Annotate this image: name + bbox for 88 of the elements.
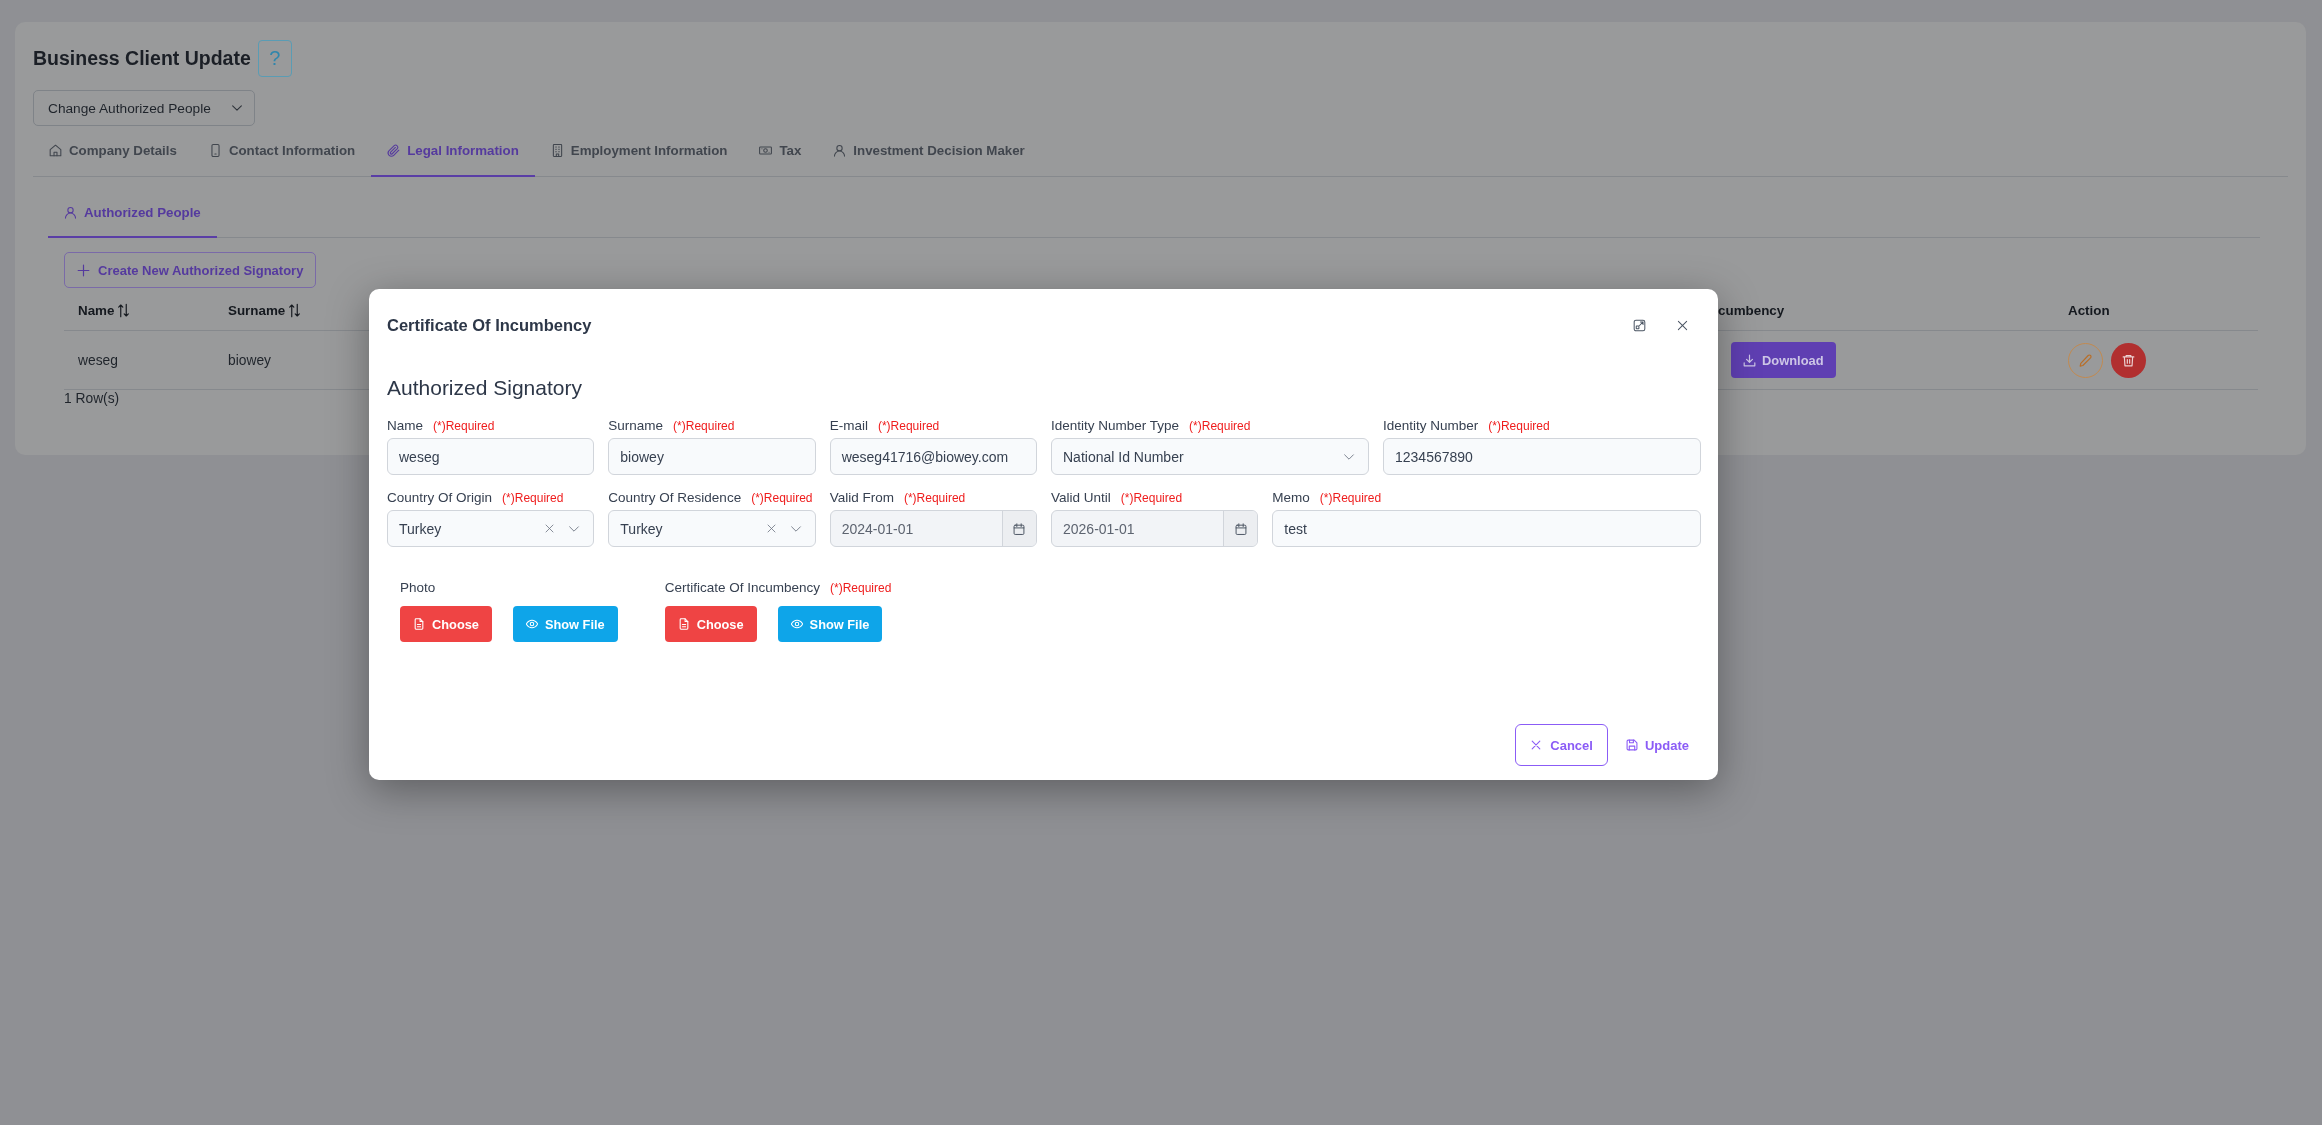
text-field[interactable]: test xyxy=(1272,510,1701,547)
field-label: Memo xyxy=(1272,490,1310,506)
required-note: (*)Required xyxy=(502,490,564,506)
field-label: Valid Until xyxy=(1051,490,1111,506)
expand-icon[interactable] xyxy=(1633,318,1646,332)
file-icon xyxy=(413,618,425,630)
select-field[interactable]: Turkey xyxy=(387,510,595,547)
user-icon xyxy=(833,143,847,157)
date-field[interactable]: 2024-01-01 xyxy=(829,510,1037,547)
trash-icon xyxy=(2122,353,2135,367)
field-label: Identity Number Type xyxy=(1051,418,1180,434)
column-header[interactable]: Surname xyxy=(228,303,301,318)
tab[interactable]: Tax xyxy=(743,137,818,177)
save-icon xyxy=(1625,739,1638,751)
required-note: (*)Required xyxy=(751,490,813,506)
tab[interactable]: Legal Information xyxy=(371,137,535,177)
field-label: Certificate Of Incumbency xyxy=(664,580,820,596)
show-file-button[interactable]: Show File xyxy=(777,606,883,642)
tab[interactable]: Employment Information xyxy=(534,137,744,177)
tab[interactable]: Contact Information xyxy=(192,137,372,177)
plus-icon xyxy=(77,263,90,277)
file-icon xyxy=(677,618,690,630)
select-field[interactable]: National Id Number xyxy=(1051,438,1369,475)
pencil-icon xyxy=(2079,353,2092,367)
required-note: (*)Required xyxy=(830,580,892,596)
choose-button[interactable]: Choose xyxy=(664,606,757,642)
field-label: Country Of Residence xyxy=(608,490,742,506)
column-header: cumbency xyxy=(1718,303,1785,318)
required-note: (*)Required xyxy=(1319,490,1382,506)
tab[interactable]: Investment Decision Maker xyxy=(817,137,1041,177)
page-title: Business Client Update xyxy=(33,47,251,70)
choose-button[interactable]: Choose xyxy=(400,606,492,642)
phone-icon xyxy=(208,143,222,157)
text-field[interactable]: weseg xyxy=(387,438,595,475)
table-cell: biowey xyxy=(228,352,271,368)
chevron-down-icon xyxy=(231,102,243,114)
row-count: 1 Row(s) xyxy=(64,390,120,408)
clear-icon[interactable] xyxy=(544,523,556,534)
field-label: Name xyxy=(387,418,423,434)
calendar-button[interactable] xyxy=(1002,511,1036,546)
create-button[interactable]: Create New Authorized Signatory xyxy=(64,252,317,288)
paperclip-icon xyxy=(387,143,401,157)
required-note: (*)Required xyxy=(673,418,735,434)
field-label: Country Of Origin xyxy=(387,490,493,506)
column-header[interactable]: Name xyxy=(78,303,130,318)
tab[interactable]: Authorized People xyxy=(48,195,217,238)
sort-icon xyxy=(289,303,301,318)
text-field[interactable]: biowey xyxy=(608,438,816,475)
required-note: (*)Required xyxy=(877,418,940,434)
cancel-button[interactable]: Cancel xyxy=(1515,724,1608,766)
update-button[interactable]: Update xyxy=(1613,724,1701,766)
eye-icon xyxy=(790,618,803,630)
download-icon xyxy=(1743,353,1756,367)
close-icon xyxy=(1530,739,1543,751)
tab[interactable]: Company Details xyxy=(33,137,193,177)
field-label: Photo xyxy=(400,580,436,596)
table-cell: weseg xyxy=(78,352,118,368)
select-field[interactable]: Turkey xyxy=(608,510,816,547)
text-field[interactable]: weseg41716@biowey.com xyxy=(829,438,1037,475)
building-icon xyxy=(550,143,564,157)
clear-icon[interactable] xyxy=(765,523,777,534)
field-label: E-mail xyxy=(829,418,868,434)
field-label: Surname xyxy=(608,418,664,434)
calendar-button[interactable] xyxy=(1223,511,1258,546)
close-icon[interactable] xyxy=(1676,318,1689,332)
section-title: Authorized Signatory xyxy=(387,375,582,401)
column-header: Action xyxy=(2068,303,2110,318)
date-field[interactable]: 2026-01-01 xyxy=(1051,510,1259,547)
field-label: Valid From xyxy=(829,490,894,506)
required-note: (*)Required xyxy=(433,418,495,434)
required-note: (*)Required xyxy=(1120,490,1183,506)
eye-icon xyxy=(525,618,538,630)
delete-button[interactable] xyxy=(2111,342,2146,378)
user-icon xyxy=(64,206,77,219)
required-note: (*)Required xyxy=(1488,418,1550,434)
banknote-icon xyxy=(759,143,773,157)
show-file-button[interactable]: Show File xyxy=(512,606,618,642)
action-select[interactable]: Change Authorized People xyxy=(33,90,255,126)
field-label: Identity Number xyxy=(1383,418,1479,434)
calendar-icon xyxy=(1013,522,1026,535)
text-field[interactable]: 1234567890 xyxy=(1383,438,1701,475)
home-icon xyxy=(49,143,62,157)
required-note: (*)Required xyxy=(1189,418,1251,434)
required-note: (*)Required xyxy=(903,490,966,506)
calendar-icon xyxy=(1234,522,1247,535)
modal-title: Certificate Of Incumbency xyxy=(387,315,592,335)
download-button[interactable]: Download xyxy=(1731,342,1836,378)
sort-icon xyxy=(118,303,130,318)
